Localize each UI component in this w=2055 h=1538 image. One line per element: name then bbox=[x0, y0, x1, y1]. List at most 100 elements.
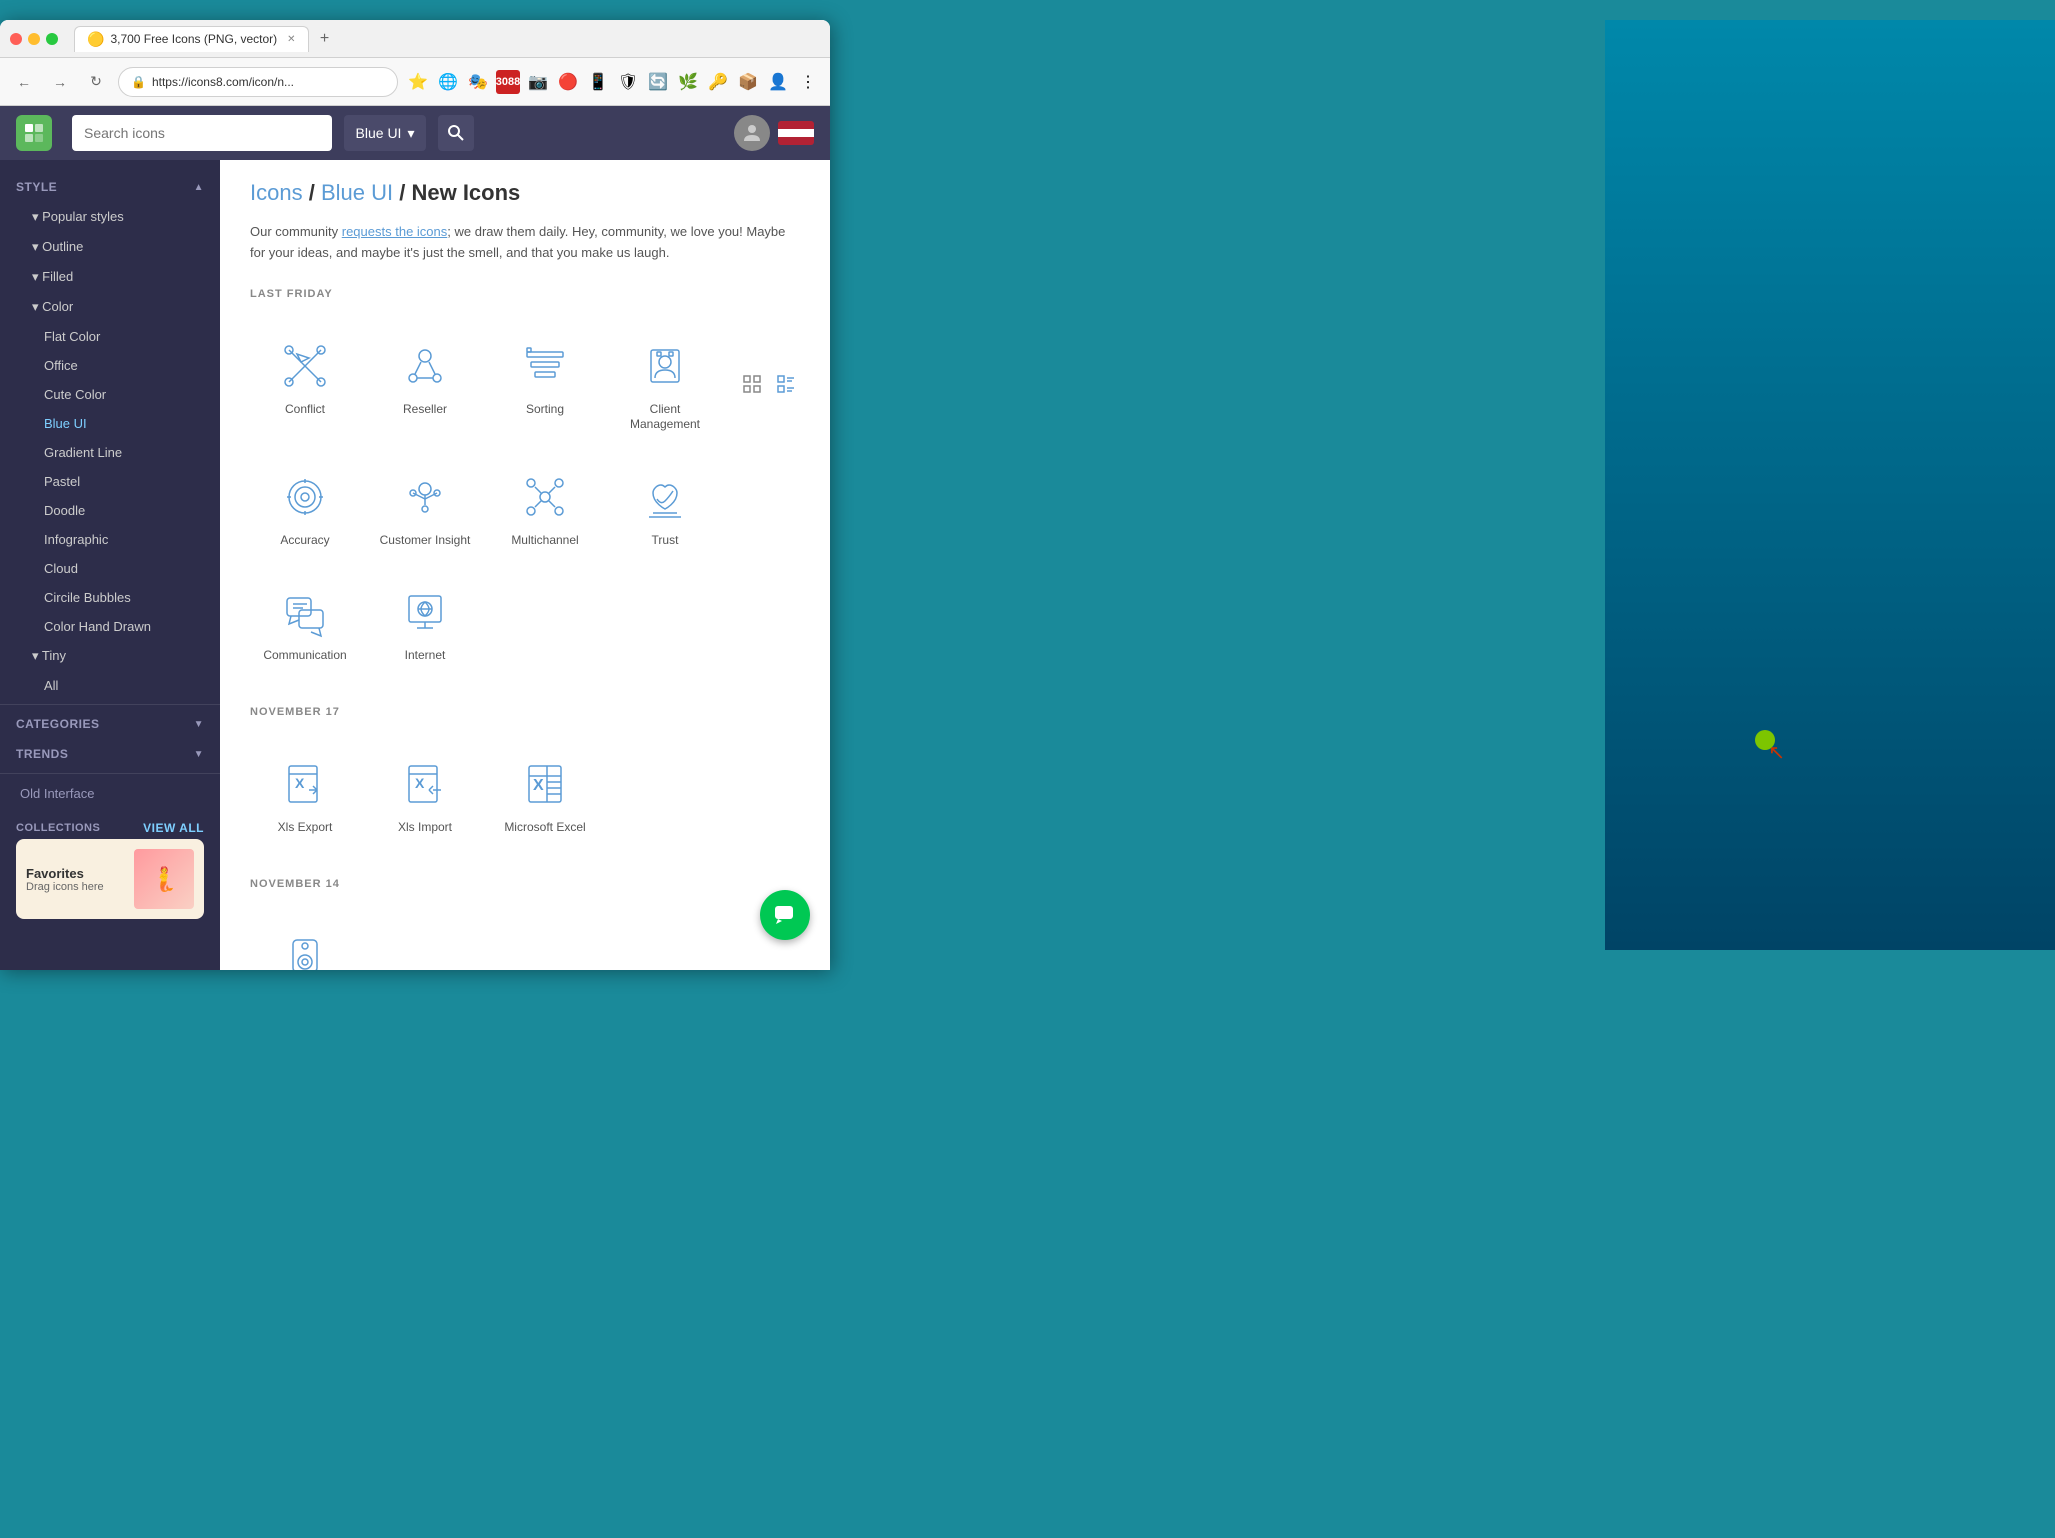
sidebar-item-cute-color[interactable]: Cute Color bbox=[0, 380, 220, 409]
sidebar-item-blue-ui[interactable]: Blue UI bbox=[0, 409, 220, 438]
requests-link[interactable]: requests the icons bbox=[342, 224, 448, 239]
chat-button[interactable] bbox=[760, 890, 810, 940]
search-button[interactable] bbox=[438, 115, 474, 151]
sidebar-item-popular-styles[interactable]: ▾ Popular styles bbox=[0, 202, 220, 232]
sidebar-item-office[interactable]: Office bbox=[0, 351, 220, 380]
sidebar-item-label: Color Hand Drawn bbox=[44, 619, 151, 634]
sidebar-bottom: Collections View All Favorites Drag icon… bbox=[0, 809, 220, 931]
customer-insight-label: Customer Insight bbox=[380, 533, 471, 549]
extension-icon-1[interactable]: 🌐 bbox=[436, 70, 460, 94]
language-flag-button[interactable] bbox=[778, 121, 814, 145]
user-profile-button[interactable] bbox=[734, 115, 770, 151]
icon-internet[interactable]: Internet bbox=[370, 570, 480, 676]
sidebar-item-cloud[interactable]: Cloud bbox=[0, 554, 220, 583]
sidebar-item-tiny[interactable]: ▾ Tiny bbox=[0, 641, 220, 671]
header-right bbox=[734, 115, 814, 151]
search-input[interactable] bbox=[84, 125, 320, 141]
sidebar-item-circle-bubbles[interactable]: Circile Bubbles bbox=[0, 583, 220, 612]
extension-icon-6[interactable]: 📱 bbox=[586, 70, 610, 94]
reload-button[interactable]: ↻ bbox=[82, 68, 110, 96]
icon-sorting[interactable]: Sorting bbox=[490, 324, 600, 445]
extension-icon-7[interactable]: 🛡 bbox=[616, 70, 640, 94]
icon-customer-insight[interactable]: Customer Insight bbox=[370, 455, 480, 561]
list-view-button[interactable] bbox=[772, 370, 800, 398]
lock-icon: 🔒 bbox=[131, 75, 146, 89]
extension-icon-9[interactable]: 🌿 bbox=[676, 70, 700, 94]
extension-icon-5[interactable]: 🔴 bbox=[556, 70, 580, 94]
browser-tab[interactable]: 🟡 3,700 Free Icons (PNG, vector) ✕ bbox=[74, 26, 309, 52]
icon-conflict[interactable]: Conflict bbox=[250, 324, 360, 445]
last-friday-icons: Conflict Reseller bbox=[250, 324, 800, 676]
sidebar-item-infographic[interactable]: Infographic bbox=[0, 525, 220, 554]
style-selector[interactable]: Blue UI ▾ bbox=[344, 115, 427, 151]
url-text: https://icons8.com/icon/n... bbox=[152, 75, 294, 89]
close-window-button[interactable] bbox=[10, 33, 22, 45]
icon-speaker[interactable]: Speaker bbox=[250, 914, 360, 970]
sidebar-item-doodle[interactable]: Doodle bbox=[0, 496, 220, 525]
extension-icon-4[interactable]: 📷 bbox=[526, 70, 550, 94]
xls-export-icon-svg: X bbox=[279, 758, 331, 810]
extension-icon-10[interactable]: 🔑 bbox=[706, 70, 730, 94]
favorites-card[interactable]: Favorites Drag icons here 🧜 bbox=[16, 839, 204, 919]
sidebar-item-label: Doodle bbox=[44, 503, 85, 518]
back-button[interactable]: ← bbox=[10, 68, 38, 96]
icon-multichannel[interactable]: Multichannel bbox=[490, 455, 600, 561]
extension-icon-8[interactable]: 🔄 bbox=[646, 70, 670, 94]
icon-trust[interactable]: Trust bbox=[610, 455, 720, 561]
new-tab-button[interactable]: + bbox=[313, 27, 337, 51]
icon-communication[interactable]: Communication bbox=[250, 570, 360, 676]
sidebar-item-flat-color[interactable]: Flat Color bbox=[0, 322, 220, 351]
search-bar[interactable] bbox=[72, 115, 332, 151]
app-header: Blue UI ▾ bbox=[0, 106, 830, 160]
user-avatar[interactable]: 👤 bbox=[766, 70, 790, 94]
bookmark-icon[interactable]: ⭐ bbox=[406, 70, 430, 94]
sidebar-item-old-interface[interactable]: Old Interface bbox=[0, 778, 220, 809]
icon-reseller[interactable]: Reseller bbox=[370, 324, 480, 445]
icon-accuracy[interactable]: Accuracy bbox=[250, 455, 360, 561]
reseller-icon-svg bbox=[399, 340, 451, 392]
extension-icon-3[interactable]: 3088 bbox=[496, 70, 520, 94]
multichannel-label: Multichannel bbox=[511, 533, 578, 549]
sidebar-item-color[interactable]: ▾ Color bbox=[0, 292, 220, 322]
trends-section-header[interactable]: TRENDS ▼ bbox=[0, 739, 220, 769]
extension-icon-2[interactable]: 🎭 bbox=[466, 70, 490, 94]
icon-microsoft-excel[interactable]: X Microsoft Excel bbox=[490, 742, 600, 848]
sidebar-item-outline[interactable]: ▾ Outline bbox=[0, 232, 220, 262]
sidebar-item-all[interactable]: All bbox=[0, 671, 220, 700]
window-controls bbox=[10, 33, 58, 45]
breadcrumb-blue-ui-link[interactable]: Blue UI bbox=[321, 180, 393, 205]
favorites-title: Favorites bbox=[26, 866, 126, 881]
app-logo[interactable] bbox=[16, 115, 52, 151]
sidebar-item-pastel[interactable]: Pastel bbox=[0, 467, 220, 496]
grid-view-button[interactable] bbox=[738, 370, 766, 398]
icon-client-management[interactable]: Client Management bbox=[610, 324, 720, 445]
maximize-window-button[interactable] bbox=[46, 33, 58, 45]
breadcrumb-sep-1: / bbox=[309, 180, 321, 205]
breadcrumb-icons-link[interactable]: Icons bbox=[250, 180, 303, 205]
sidebar-item-filled[interactable]: ▾ Filled bbox=[0, 262, 220, 292]
categories-section-header[interactable]: CATEGORIES ▼ bbox=[0, 709, 220, 739]
sidebar-divider-2 bbox=[0, 773, 220, 774]
reseller-label: Reseller bbox=[403, 402, 447, 418]
minimize-window-button[interactable] bbox=[28, 33, 40, 45]
sidebar-item-label: Flat Color bbox=[44, 329, 100, 344]
sidebar-item-gradient-line[interactable]: Gradient Line bbox=[0, 438, 220, 467]
last-friday-label: LAST FRIDAY bbox=[250, 288, 800, 304]
content-area: Icons / Blue UI / New Icons Our communit… bbox=[220, 160, 830, 970]
style-section-header[interactable]: STYLE ▲ bbox=[0, 172, 220, 202]
extension-icon-11[interactable]: 📦 bbox=[736, 70, 760, 94]
page-description: Our community requests the icons; we dra… bbox=[250, 222, 800, 264]
client-management-icon-svg bbox=[639, 340, 691, 392]
forward-button[interactable]: → bbox=[46, 68, 74, 96]
address-bar[interactable]: 🔒 https://icons8.com/icon/n... bbox=[118, 67, 398, 97]
conflict-icon-svg bbox=[279, 340, 331, 392]
cursor-arrow: ↖ bbox=[1768, 740, 1785, 765]
microsoft-excel-label: Microsoft Excel bbox=[504, 820, 585, 836]
icon-xls-export[interactable]: X Xls Export bbox=[250, 742, 360, 848]
more-options-button[interactable]: ⋮ bbox=[796, 70, 820, 94]
tab-close-button[interactable]: ✕ bbox=[287, 34, 295, 45]
sidebar-item-label: Old Interface bbox=[20, 786, 94, 801]
icon-xls-import[interactable]: X Xls Import bbox=[370, 742, 480, 848]
view-all-button[interactable]: View All bbox=[143, 821, 204, 835]
sidebar-item-color-hand-drawn[interactable]: Color Hand Drawn bbox=[0, 612, 220, 641]
